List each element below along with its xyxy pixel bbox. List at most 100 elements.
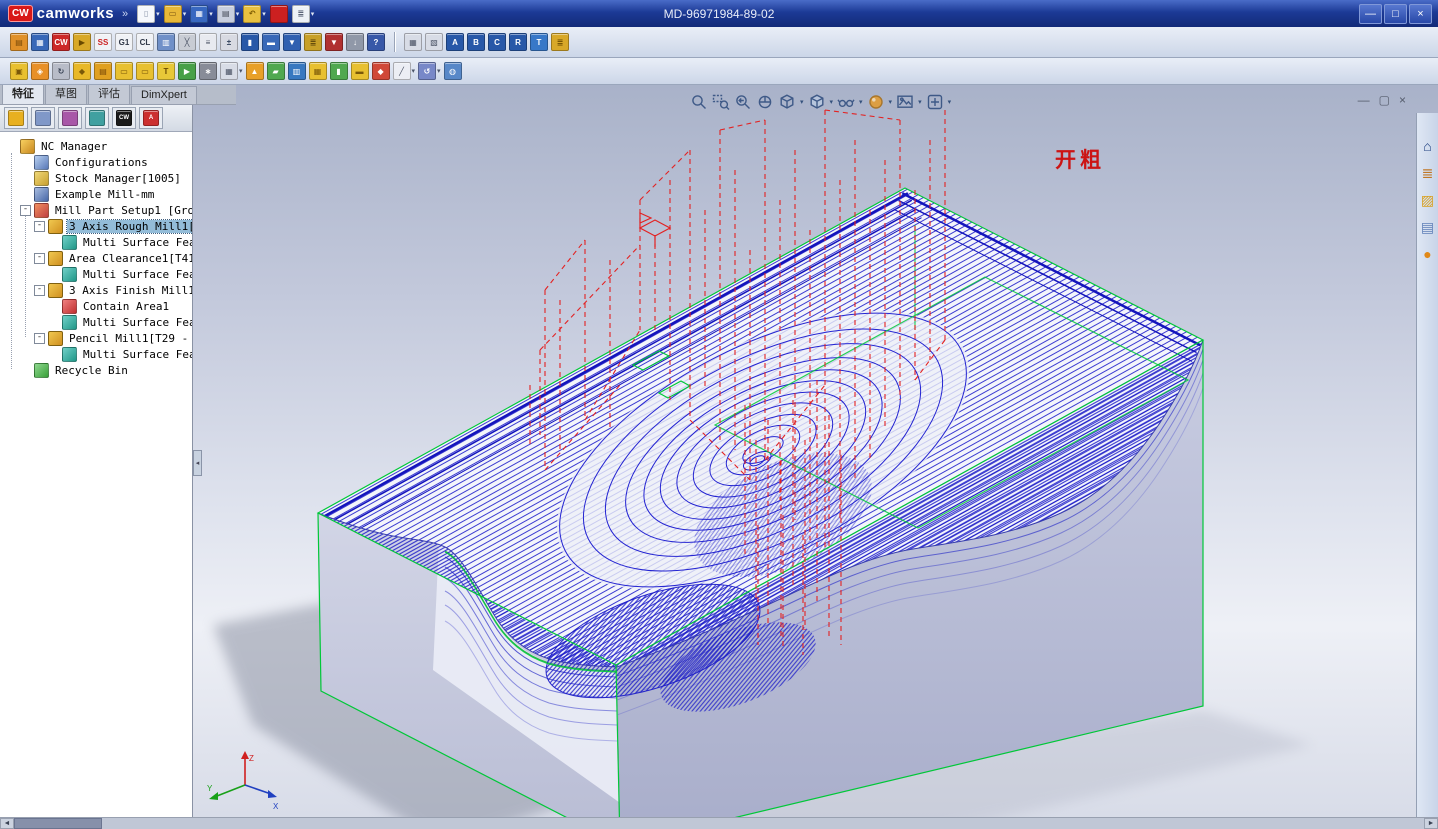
dropdown-caret-icon[interactable]: ▾ <box>889 98 893 106</box>
tree-item[interactable]: Multi Surface Featu <box>0 346 192 362</box>
tab-evaluate[interactable]: 评估 <box>88 82 130 104</box>
camworks-tree-tab[interactable]: CW <box>112 107 136 129</box>
display-style-icon[interactable] <box>808 93 826 111</box>
scrollbar-track[interactable] <box>102 818 1424 829</box>
cl-data-button[interactable]: CL <box>135 32 155 52</box>
apply-scene-icon[interactable] <box>896 93 914 111</box>
horizontal-scrollbar[interactable]: ◄ ► <box>0 817 1438 829</box>
dropdown-caret-icon[interactable]: ▾ <box>156 10 160 18</box>
setup-sheet-button[interactable]: ▥ <box>156 32 176 52</box>
tools-button-19[interactable]: ╱ ▾ <box>392 61 417 81</box>
tools-button-3[interactable]: ↻ <box>51 61 71 81</box>
file-explorer-icon[interactable]: ▨ <box>1421 193 1434 207</box>
rebuild-data-button[interactable]: A <box>445 32 465 52</box>
tools-button-14[interactable]: ▥ <box>287 61 307 81</box>
camworks-feature-tree-tab[interactable] <box>4 107 28 129</box>
compare-parts-button[interactable]: C <box>487 32 507 52</box>
cut-button[interactable]: ╳ <box>177 32 197 52</box>
tree-item[interactable]: - Pencil Mill1[T29 - 2 B <box>0 330 192 346</box>
dropdown-caret-icon[interactable]: ▾ <box>262 10 266 18</box>
tree-item[interactable]: - 3 Axis Rough Mill1[T42 <box>0 218 192 234</box>
section-view-icon[interactable] <box>756 93 774 111</box>
tree-item[interactable]: NC Manager <box>0 138 192 154</box>
tools-button-21[interactable]: ◍ <box>443 61 463 81</box>
tree-item[interactable]: Multi Surface Featu <box>0 234 192 250</box>
open-button[interactable]: ▭ ▾ <box>163 4 188 24</box>
dropdown-caret-icon[interactable]: ▾ <box>948 98 952 106</box>
edit-appearance-icon[interactable] <box>867 93 885 111</box>
insert-hole-operation-button[interactable]: ▼ <box>282 32 302 52</box>
menu-expand-chevron[interactable]: » <box>122 8 128 20</box>
tool-crib-button[interactable]: T <box>529 32 549 52</box>
dropdown-caret-icon[interactable]: ▾ <box>800 98 804 106</box>
tab-dimxpert[interactable]: DimXpert <box>131 86 197 104</box>
tools-button-6[interactable]: ▭ <box>114 61 134 81</box>
expand-collapse-box[interactable]: - <box>34 252 45 264</box>
feature-manager-tab[interactable] <box>31 107 55 129</box>
move-operation-button[interactable]: ↓ <box>345 32 365 52</box>
tree-item[interactable]: Multi Surface Featu <box>0 314 192 330</box>
doc-restore-button[interactable]: ▢ <box>1379 93 1390 107</box>
property-manager-tab[interactable] <box>58 107 82 129</box>
configuration-manager-tab[interactable] <box>85 107 109 129</box>
dropdown-caret-icon[interactable]: ▾ <box>830 98 834 106</box>
camworks-help-button[interactable]: ? <box>366 32 386 52</box>
tools-button-11[interactable]: ▦ ▾ <box>219 61 244 81</box>
step-through-toolpath-button[interactable]: SS <box>93 32 113 52</box>
tools-button-18[interactable]: ◆ <box>371 61 391 81</box>
generate-toolpath-button[interactable]: CW <box>51 32 71 52</box>
dropdown-caret-icon[interactable]: ▾ <box>311 10 315 18</box>
save-button[interactable]: ▦ ▾ <box>189 4 214 24</box>
tools-button-10[interactable]: ∗ <box>198 61 218 81</box>
refresh-tree-button[interactable]: R <box>508 32 528 52</box>
tree-item[interactable]: - 3 Axis Finish Mill1[T3 <box>0 282 192 298</box>
tree-item[interactable]: - Mill Part Setup1 [Group1] <box>0 202 192 218</box>
scroll-right-button[interactable]: ► <box>1424 818 1438 829</box>
expand-collapse-box[interactable]: - <box>34 284 45 296</box>
camworks-options-button[interactable]: ▧ <box>424 32 444 52</box>
panel-collapse-arrow[interactable]: ◂ <box>193 450 202 476</box>
tools-button-16[interactable]: ▮ <box>329 61 349 81</box>
expand-collapse-box[interactable]: - <box>20 204 31 216</box>
solidworks-resources-icon[interactable]: ⌂ <box>1423 139 1431 153</box>
scroll-left-button[interactable]: ◄ <box>0 818 14 829</box>
hide-show-items-icon[interactable] <box>837 93 855 111</box>
dropdown-caret-icon[interactable]: ▾ <box>859 98 863 106</box>
view-palette-icon[interactable]: ▤ <box>1421 220 1434 234</box>
tree-item[interactable]: Contain Area1 <box>0 298 192 314</box>
tools-button-1[interactable]: ▣ <box>9 61 29 81</box>
tools-button-5[interactable]: ▤ <box>93 61 113 81</box>
dropdown-caret-icon[interactable]: ▾ <box>437 67 441 75</box>
tree-item[interactable]: - Area Clearance1[T41 - <box>0 250 192 266</box>
tools-button-7[interactable]: ▭ <box>135 61 155 81</box>
note-button[interactable]: ≡ <box>198 32 218 52</box>
machine-grid-button[interactable]: ▦ <box>403 32 423 52</box>
appearances-scenes-icon[interactable]: ● <box>1423 247 1431 261</box>
save-cl-button[interactable]: B <box>466 32 486 52</box>
tools-button-12[interactable]: ▲ <box>245 61 265 81</box>
zoom-to-area-icon[interactable] <box>712 93 730 111</box>
view-orientation-icon[interactable] <box>778 93 796 111</box>
simulate-toolpath-button[interactable]: ▶ <box>72 32 92 52</box>
tools-button-4[interactable]: ◆ <box>72 61 92 81</box>
insert-pattern-button[interactable]: ≣ <box>303 32 323 52</box>
macro-record-button[interactable]: ▮ <box>269 4 289 24</box>
tools-button-2[interactable]: ◈ <box>30 61 50 81</box>
dropdown-caret-icon[interactable]: ▾ <box>183 10 187 18</box>
tree-item[interactable]: Stock Manager[1005] <box>0 170 192 186</box>
insert-mill-setup-button[interactable]: ▮ <box>240 32 260 52</box>
technology-database-button[interactable]: ≣ <box>550 32 570 52</box>
tools-button-20[interactable]: ↺ ▾ <box>417 61 442 81</box>
generate-operation-plan-button[interactable]: ▦ <box>30 32 50 52</box>
undo-button[interactable]: ↶ ▾ <box>242 4 267 24</box>
new-document-button[interactable]: ▯ ▾ <box>136 4 161 24</box>
tools-button-15[interactable]: ▦ <box>308 61 328 81</box>
print-button[interactable]: ▤ ▾ <box>216 4 241 24</box>
tools-button-17[interactable]: ▬ <box>350 61 370 81</box>
doc-close-button[interactable]: × <box>1399 93 1406 107</box>
maximize-button[interactable]: □ <box>1384 3 1407 24</box>
tree-item[interactable]: Example Mill-mm <box>0 186 192 202</box>
dropdown-caret-icon[interactable]: ▾ <box>412 67 416 75</box>
minimize-button[interactable]: — <box>1359 3 1382 24</box>
tolerance-button[interactable]: ± <box>219 32 239 52</box>
